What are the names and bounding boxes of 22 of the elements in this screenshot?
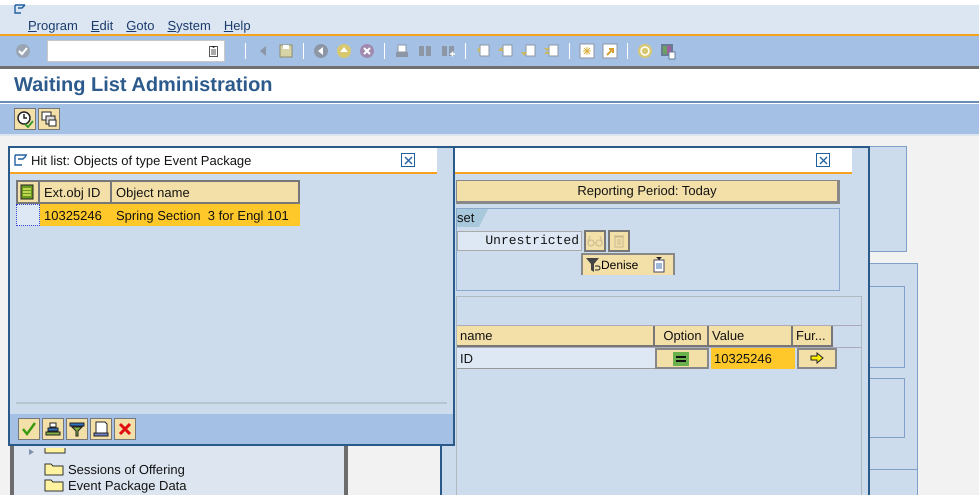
tree-item[interactable]: Event Package Data [68,478,187,492]
screen-title: Waiting List Administration [14,74,273,96]
tab[interactable]: set [457,209,488,227]
input-field[interactable]: Unrestricted [457,231,582,251]
period-bar: Reporting Period: Today [456,180,840,204]
column-header: Object name [112,180,300,204]
column-header: name [457,326,655,347]
column-header: Fur... [793,326,833,347]
value-field[interactable]: 10325246 [711,348,795,369]
table-cell[interactable]: Spring Section 3 for Engl 101 [112,204,300,226]
tree-item[interactable]: Sessions of Offering [68,462,185,476]
menu-item[interactable]: Goto [126,18,154,32]
menu-item[interactable]: Program [28,18,78,32]
menu-item[interactable]: Edit [90,18,114,32]
column-header: Value [709,326,793,347]
menu-item[interactable]: Help [224,18,251,32]
column-header: Ext.obj ID [40,180,112,204]
menu-item[interactable]: System [167,18,211,32]
dialog-title: Hit list: Objects of type Event Package [31,152,252,168]
column-header: Option [655,326,709,347]
table-cell[interactable]: 10325246 [40,204,112,226]
table-cell: ID [457,348,655,369]
